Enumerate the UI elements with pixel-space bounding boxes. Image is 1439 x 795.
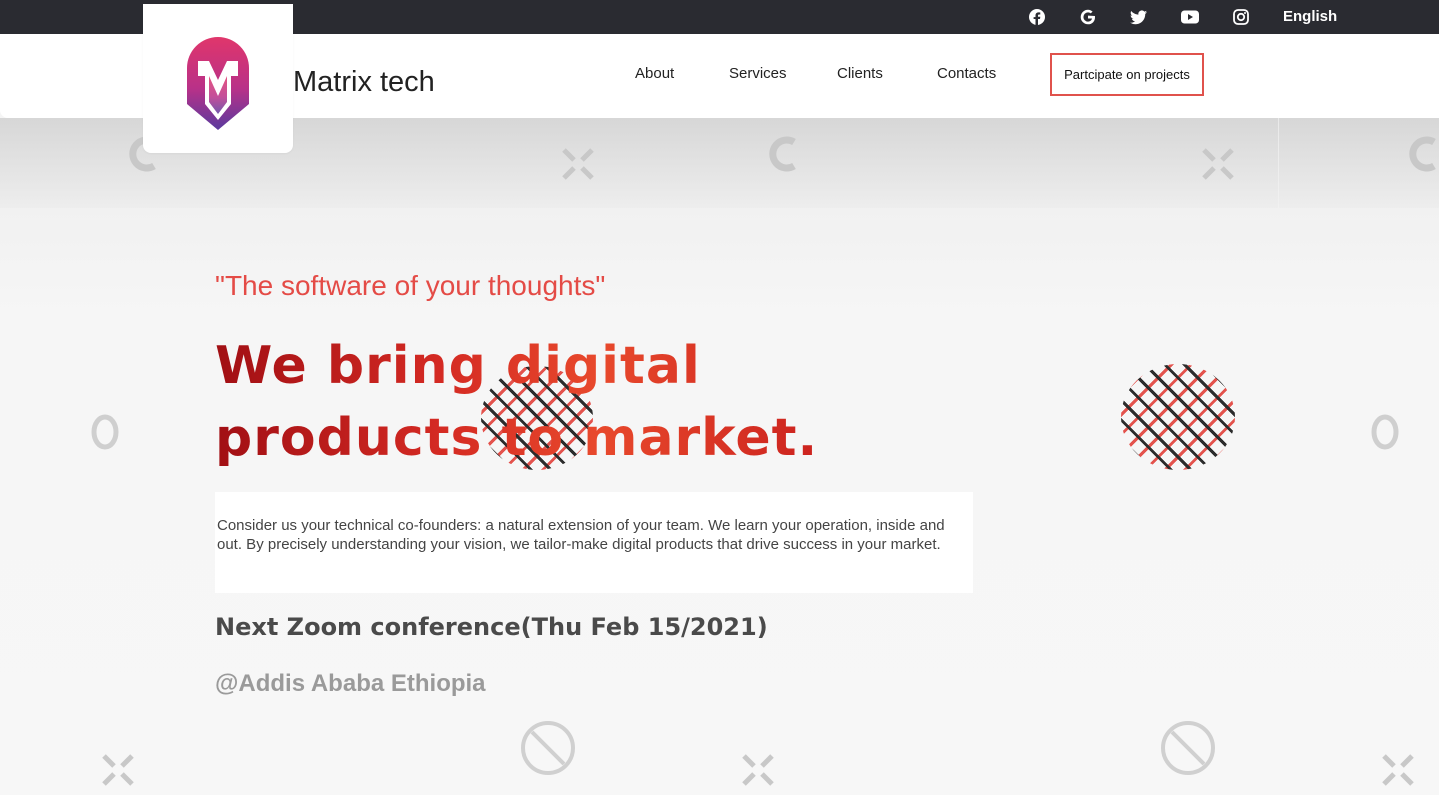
twitter-icon[interactable] (1129, 8, 1147, 26)
instagram-icon[interactable] (1232, 8, 1250, 26)
hero-headline: We bring digital products to market. (215, 330, 855, 474)
facebook-icon[interactable] (1028, 8, 1046, 26)
event-location: @Addis Ababa Ethiopia (215, 670, 486, 697)
zero-decoration-icon (1371, 414, 1399, 450)
cross-decoration-icon (562, 148, 594, 180)
hero-banner-strip (639, 118, 1278, 208)
cross-decoration-icon (102, 754, 134, 786)
hero-headline-line: products to market. (215, 408, 819, 468)
zero-decoration-icon (91, 414, 119, 450)
hero-banner-strip (0, 118, 639, 208)
youtube-icon[interactable] (1181, 8, 1199, 26)
matrix-logo-icon (187, 37, 249, 131)
nav-services[interactable]: Services (729, 65, 787, 82)
google-icon[interactable] (1079, 8, 1097, 26)
cross-decoration-icon (742, 754, 774, 786)
hero-description: Consider us your technical co-founders: … (215, 492, 973, 593)
no-dollar-decoration-icon (1161, 721, 1215, 775)
nav-about[interactable]: About (635, 65, 674, 82)
c-decoration-icon (769, 136, 796, 172)
pattern-circle-decoration (1121, 364, 1235, 470)
language-selector[interactable]: English (1283, 8, 1337, 25)
nav-clients[interactable]: Clients (837, 65, 883, 82)
cross-decoration-icon (1382, 754, 1414, 786)
logo[interactable] (143, 4, 293, 153)
c-decoration-icon (1409, 136, 1436, 172)
nav-contacts[interactable]: Contacts (937, 65, 996, 82)
cross-decoration-icon (1202, 148, 1234, 180)
hero-headline-line: We bring digital (215, 336, 701, 396)
brand-name: Matrix tech (293, 66, 435, 98)
participate-button[interactable]: Partcipate on projects (1050, 53, 1204, 96)
no-dollar-decoration-icon (521, 721, 575, 775)
event-announcement: Next Zoom conference(Thu Feb 15/2021) (215, 613, 768, 641)
hero-tagline: "The software of your thoughts" (215, 270, 606, 301)
